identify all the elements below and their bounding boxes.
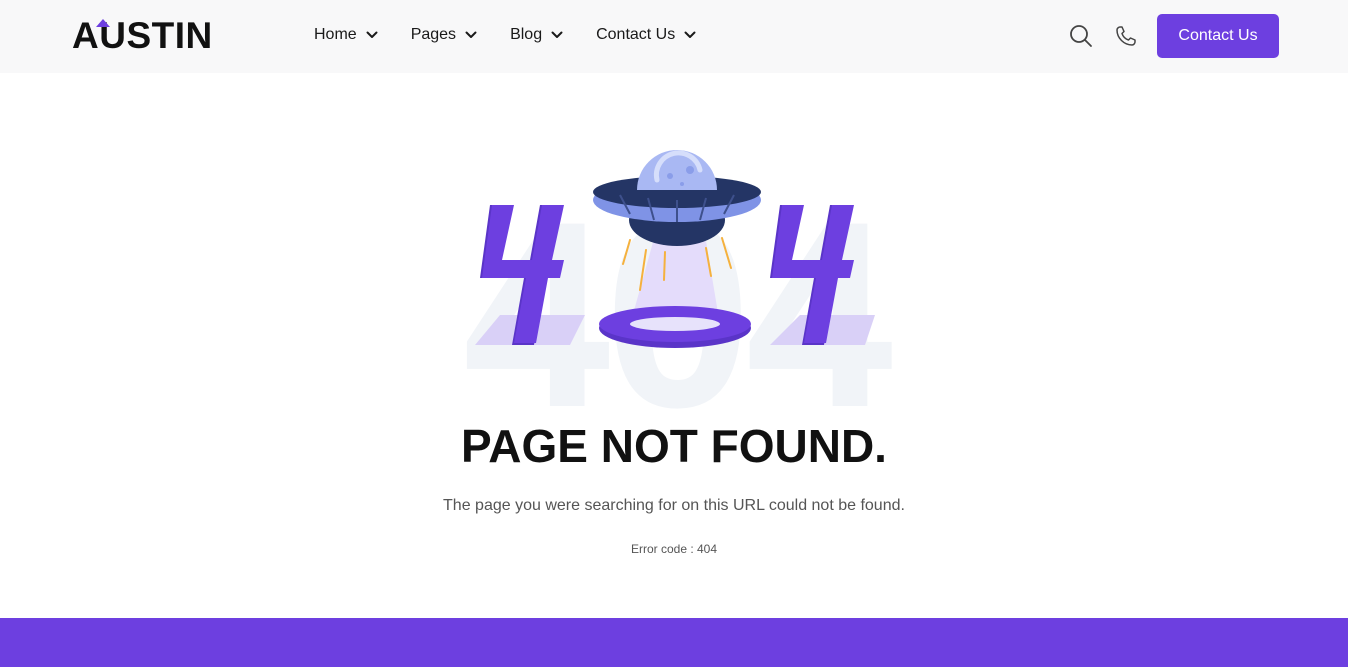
site-header: AUSTIN Home Pages Blog Contact Us Contac… bbox=[0, 0, 1348, 73]
logo-arrow-icon bbox=[96, 19, 110, 27]
phone-icon[interactable] bbox=[1114, 24, 1138, 48]
nav-item-label: Home bbox=[314, 26, 357, 43]
search-icon[interactable] bbox=[1069, 24, 1093, 48]
nav-item-label: Blog bbox=[510, 26, 543, 43]
chevron-down-icon bbox=[551, 31, 563, 39]
error-code: Error code : 404 bbox=[630, 542, 718, 556]
logo[interactable]: AUSTIN bbox=[72, 17, 213, 54]
nav-item-pages[interactable]: Pages bbox=[411, 24, 477, 46]
page-subtitle: The page you were searching for on this … bbox=[443, 497, 905, 514]
nav-item-home[interactable]: Home bbox=[314, 24, 378, 46]
nav-item-blog[interactable]: Blog bbox=[510, 24, 563, 46]
nav-item-contact[interactable]: Contact Us bbox=[596, 24, 696, 46]
footer-band bbox=[0, 618, 1348, 667]
contact-us-button[interactable]: Contact Us bbox=[1157, 14, 1279, 58]
chevron-down-icon bbox=[366, 31, 378, 39]
chevron-down-icon bbox=[684, 31, 696, 39]
nav-item-label: Contact Us bbox=[596, 26, 676, 43]
page-title: PAGE NOT FOUND. bbox=[461, 420, 887, 472]
nav-item-label: Pages bbox=[410, 26, 457, 43]
main-nav: Home Pages Blog Contact Us bbox=[314, 24, 729, 46]
ufo-404-illustration bbox=[475, 150, 875, 348]
chevron-down-icon bbox=[465, 31, 477, 39]
